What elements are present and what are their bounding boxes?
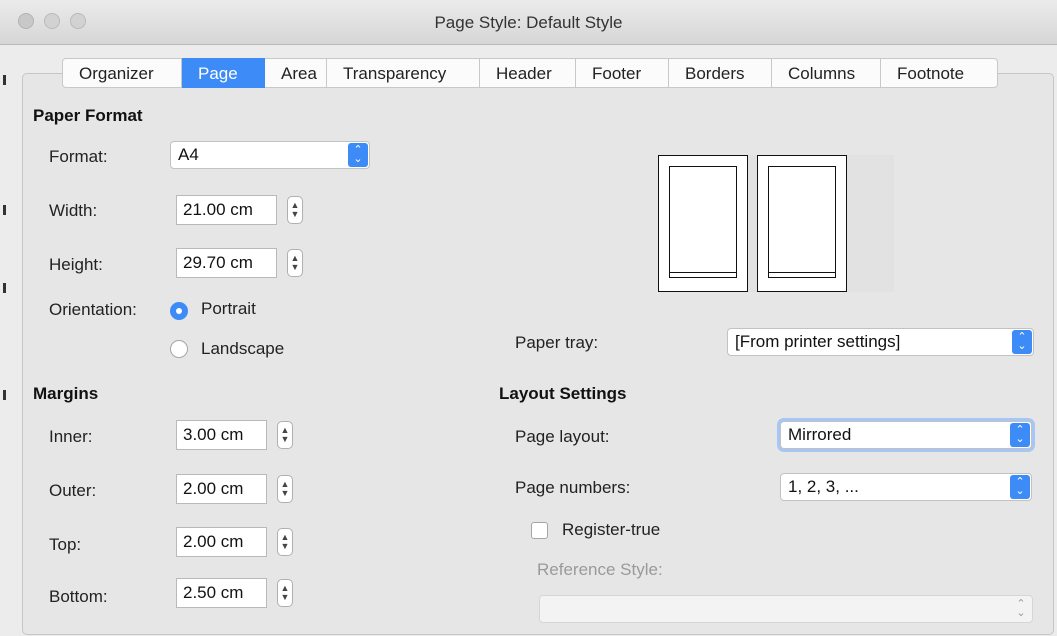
tab-borders[interactable]: Borders — [669, 58, 772, 88]
updown-chevron-icon: ⌃ ⌄ — [1016, 598, 1026, 619]
tab-page[interactable]: Page — [182, 58, 265, 88]
orientation-label: Orientation: — [49, 300, 137, 319]
page-preview-right — [757, 155, 847, 292]
tab-bar: Organizer Page Area Transparency Header … — [62, 58, 998, 88]
width-stepper[interactable]: ▲ ▼ — [287, 196, 303, 224]
bottom-margin-label: Bottom: — [49, 587, 108, 606]
page-preview-left — [658, 155, 748, 292]
bottom-margin-field[interactable]: 2.50 cm — [176, 578, 267, 608]
tab-area[interactable]: Area — [265, 58, 327, 88]
portrait-label[interactable]: Portrait — [201, 299, 256, 319]
height-stepper[interactable]: ▲ ▼ — [287, 249, 303, 277]
page-preview-left-text-area — [669, 166, 737, 278]
background-edge-mark — [3, 205, 6, 215]
page-layout-select-value: Mirrored — [788, 425, 852, 444]
page-numbers-select-value: 1, 2, 3, ... — [788, 477, 859, 496]
landscape-radio[interactable] — [170, 340, 188, 358]
background-edge-mark — [3, 390, 6, 400]
paper-tray-select-value: [From printer settings] — [735, 332, 901, 351]
page-layout-label: Page layout: — [515, 427, 610, 446]
width-field[interactable]: 21.00 cm — [176, 195, 277, 225]
top-margin-label: Top: — [49, 535, 82, 554]
window-titlebar: Page Style: Default Style — [0, 0, 1057, 45]
format-select[interactable]: A4 ⌃ ⌄ — [170, 141, 370, 169]
layout-settings-heading: Layout Settings — [499, 384, 627, 403]
inner-margin-label: Inner: — [49, 427, 93, 446]
margins-heading: Margins — [33, 384, 99, 403]
paper-format-heading: Paper Format — [33, 106, 143, 125]
tab-footnote[interactable]: Footnote — [881, 58, 998, 88]
outer-margin-field[interactable]: 2.00 cm — [176, 474, 267, 504]
height-field[interactable]: 29.70 cm — [176, 248, 277, 278]
top-margin-stepper[interactable]: ▲ ▼ — [277, 528, 293, 556]
inner-margin-field[interactable]: 3.00 cm — [176, 420, 267, 450]
tab-columns[interactable]: Columns — [772, 58, 881, 88]
format-select-value: A4 — [178, 145, 199, 164]
tab-header[interactable]: Header — [480, 58, 576, 88]
updown-chevron-icon: ⌃ ⌄ — [1012, 330, 1032, 354]
page-layout-select[interactable]: Mirrored ⌃ ⌄ — [780, 421, 1032, 449]
background-edge-mark — [3, 75, 6, 85]
paper-tray-select[interactable]: [From printer settings] ⌃ ⌄ — [727, 328, 1034, 356]
height-label: Height: — [49, 255, 103, 274]
width-label: Width: — [49, 201, 98, 220]
updown-chevron-icon: ⌃ ⌄ — [1010, 475, 1030, 499]
inner-margin-stepper[interactable]: ▲ ▼ — [277, 421, 293, 449]
reference-style-select[interactable]: ⌃ ⌄ — [539, 595, 1033, 623]
updown-chevron-icon: ⌃ ⌄ — [1010, 423, 1030, 447]
register-true-checkbox[interactable] — [531, 522, 548, 539]
window-title: Page Style: Default Style — [434, 13, 623, 32]
tab-transparency[interactable]: Transparency — [327, 58, 480, 88]
format-label: Format: — [49, 147, 108, 166]
register-true-label[interactable]: Register-true — [562, 520, 660, 540]
outer-margin-stepper[interactable]: ▲ ▼ — [277, 475, 293, 503]
reference-style-label: Reference Style: — [537, 560, 663, 579]
landscape-label[interactable]: Landscape — [201, 339, 284, 359]
paper-tray-label: Paper tray: — [515, 333, 599, 352]
updown-chevron-icon: ⌃ ⌄ — [348, 143, 368, 167]
page-numbers-select[interactable]: 1, 2, 3, ... ⌃ ⌄ — [780, 473, 1032, 501]
tab-organizer[interactable]: Organizer — [62, 58, 182, 88]
page-numbers-label: Page numbers: — [515, 478, 631, 497]
bottom-margin-stepper[interactable]: ▲ ▼ — [277, 579, 293, 607]
page-preview-right-text-area — [768, 166, 836, 278]
tab-footer[interactable]: Footer — [576, 58, 669, 88]
background-edge-mark — [3, 283, 6, 293]
portrait-radio[interactable] — [170, 302, 188, 320]
outer-margin-label: Outer: — [49, 481, 97, 500]
top-margin-field[interactable]: 2.00 cm — [176, 527, 267, 557]
